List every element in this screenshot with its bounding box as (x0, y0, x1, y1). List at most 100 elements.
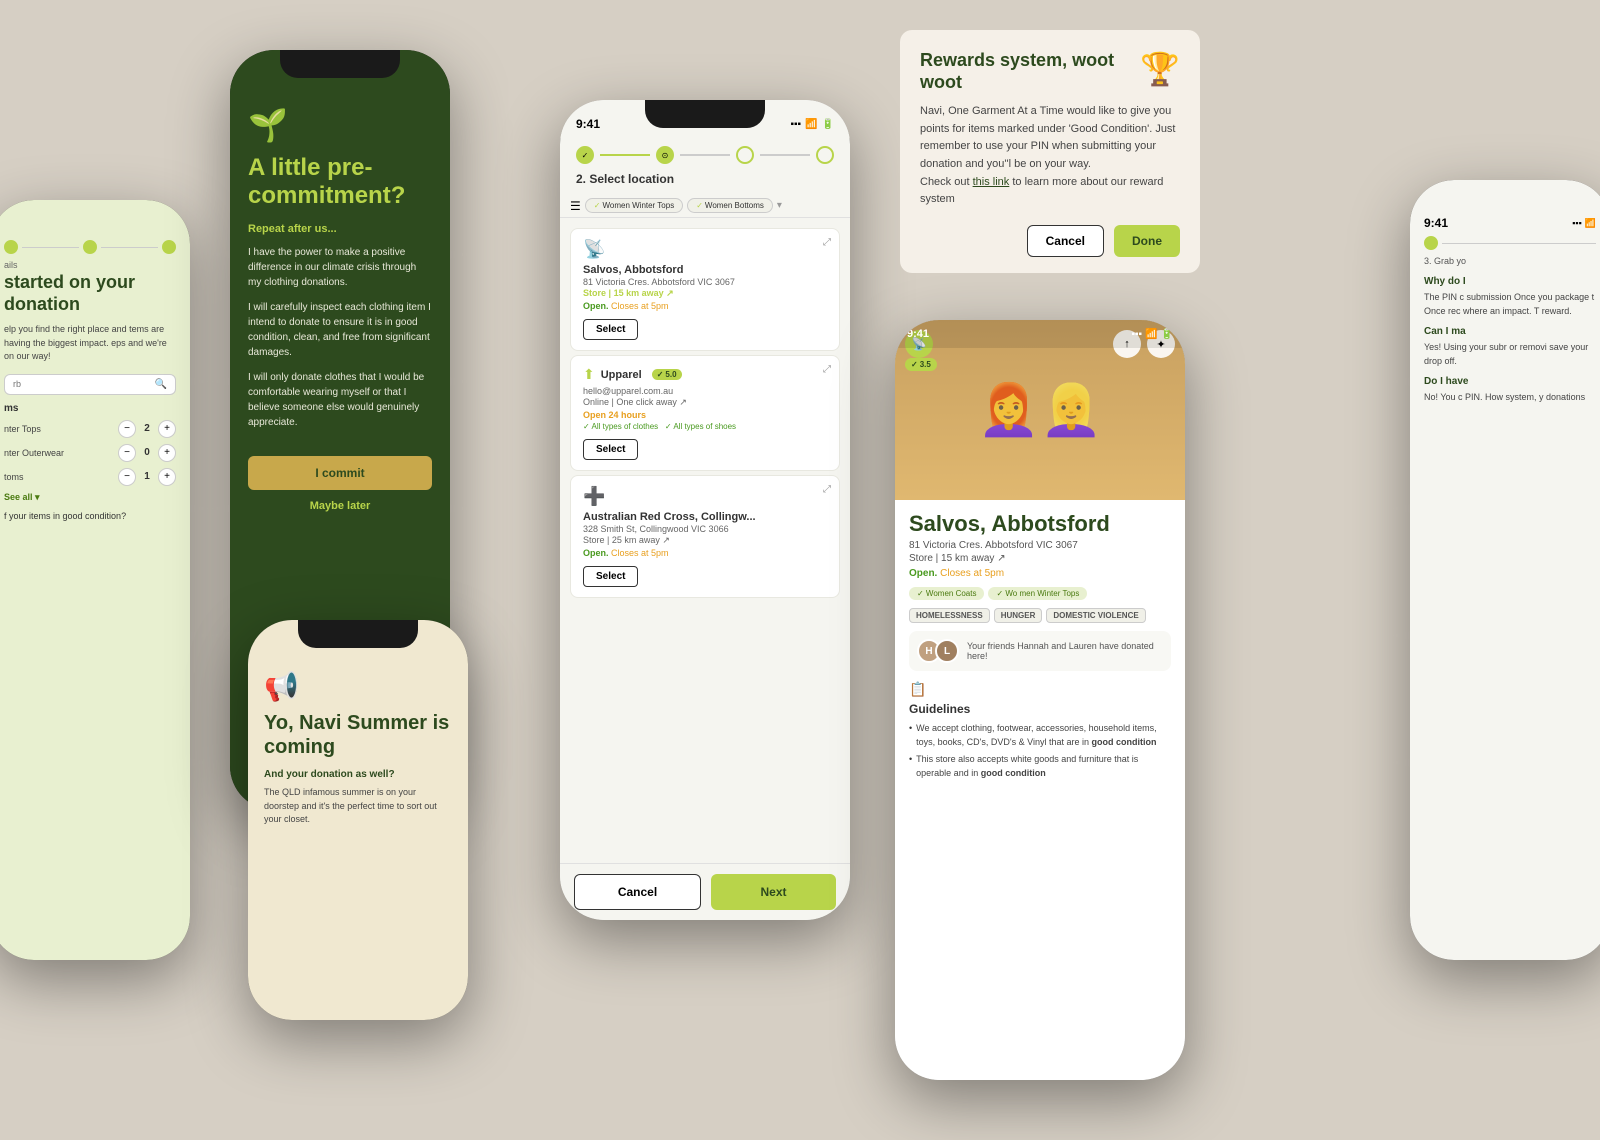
qty-plus-btn[interactable]: + (158, 444, 176, 462)
open-label: Open. (909, 568, 937, 579)
step-dot-2 (83, 240, 97, 254)
filter-label: Women Bottoms (705, 201, 764, 210)
guidelines-icon: 📋 (909, 681, 1171, 698)
store-hero-image: 👩‍🦰👱‍♀️ 📡 ↑ ✦ ✓ 3.5 9:41 ▪▪▪ 📶 (895, 320, 1185, 500)
filter-chip-2[interactable]: ✓ Women Bottoms (687, 198, 773, 213)
phone1-subtitle: Repeat after us... (248, 223, 432, 235)
status-bar: 9:41 ▪▪▪ 📶 🔋 (895, 320, 1185, 348)
close-time: Closes at 5pm (940, 568, 1004, 579)
filter-chevron: ▾ (777, 200, 782, 211)
maybe-later-link[interactable]: Maybe later (248, 500, 432, 512)
qty-minus-btn[interactable]: − (118, 420, 136, 438)
list-item: toms − 1 + (4, 468, 176, 486)
location-name: Salvos, Abbotsford (583, 264, 827, 276)
location-distance: Online | One click away ↗ (583, 397, 827, 408)
progress-row (4, 240, 176, 254)
action-buttons: Cancel Next (560, 863, 850, 920)
trophy-icon: 🏆 (1140, 50, 1180, 88)
location-address: 81 Victoria Cres. Abbotsford VIC 3067 (583, 277, 827, 287)
status-icons: ▪▪▪ 📶 🔋 (1131, 329, 1173, 340)
have-question: Do I have (1424, 376, 1596, 387)
rewards-link[interactable]: this link (973, 176, 1010, 188)
phone1-title: A little pre-commitment? (248, 154, 432, 209)
expand-icon[interactable]: ⤢ (823, 364, 831, 375)
rating-area: ✓ 3.5 (905, 358, 937, 371)
select-button[interactable]: Select (583, 566, 638, 587)
select-button[interactable]: Select (583, 319, 638, 340)
battery-icon: 🔋 (822, 119, 834, 130)
step-line (22, 247, 79, 248)
store-content: Salvos, Abbotsford 81 Victoria Cres. Abb… (895, 500, 1185, 1080)
open-label: Open 24 hours (583, 410, 646, 420)
qty-plus-btn[interactable]: + (158, 420, 176, 438)
location-email: hello@upparel.com.au (583, 386, 827, 396)
store-name: Salvos, Abbotsford (909, 512, 1171, 536)
location-address: 328 Smith St, Collingwood VIC 3066 (583, 524, 827, 534)
item-name: toms (4, 472, 24, 482)
people-illustration: 👩‍🦰👱‍♀️ (978, 381, 1103, 440)
rewards-panel: Rewards system, woot woot 🏆 Navi, One Ga… (900, 30, 1200, 273)
store-status: Open. Closes at 5pm (909, 568, 1171, 579)
time-label: 9:41 (1424, 216, 1448, 230)
close-time: Closes at 5pm (611, 301, 669, 311)
step-dot (1424, 236, 1438, 250)
can-answer: Yes! Using your subr or removi save your… (1424, 341, 1596, 368)
grab-label: 3. Grab yo (1424, 256, 1596, 266)
select-button[interactable]: Select (583, 439, 638, 460)
see-all-link[interactable]: See all ▾ (4, 492, 176, 503)
rewards-actions: Cancel Done (920, 225, 1180, 257)
qty-minus-btn[interactable]: − (118, 468, 136, 486)
location-distance: Store | 15 km away ↗ (583, 288, 827, 299)
wifi-icon: 📶 (1585, 218, 1596, 229)
location-card-salvos: ⤢ 📡 Salvos, Abbotsford 81 Victoria Cres.… (570, 228, 840, 351)
store-distance: Store | 15 km away ↗ (909, 553, 1171, 564)
phone-select-location: 9:41 ▪▪▪ 📶 🔋 ✓ ⊙ 2. Select location ☰ ✓ … (560, 100, 850, 920)
phone-notch (645, 100, 765, 128)
list-item: nter Outerwear − 0 + (4, 444, 176, 462)
status-time: 9:41 (576, 117, 600, 131)
location-list: ⤢ 📡 Salvos, Abbotsford 81 Victoria Cres.… (560, 218, 850, 863)
rewards-header: Rewards system, woot woot 🏆 (920, 50, 1180, 93)
commit-button[interactable]: I commit (248, 456, 432, 490)
search-input[interactable] (13, 379, 155, 389)
rewards-done-button[interactable]: Done (1114, 225, 1180, 257)
condition-question: f your items in good condition? (4, 511, 176, 521)
rewards-cancel-button[interactable]: Cancel (1027, 225, 1104, 257)
filter-label: Women Winter Tops (602, 201, 674, 210)
item-name: nter Tops (4, 424, 41, 434)
progress-row (1424, 236, 1596, 250)
phone-left: ails started on your donation elp you fi… (0, 200, 190, 960)
item-controls: − 0 + (118, 444, 176, 462)
rewards-title: Rewards system, woot woot (920, 50, 1140, 93)
status-icons: ▪▪▪ 📶 🔋 (790, 119, 834, 130)
step-3-dot (736, 146, 754, 164)
expand-icon[interactable]: ⤢ (823, 484, 831, 495)
salvos-logo: 📡 (583, 239, 827, 260)
filter-chip-1[interactable]: ✓ Women Winter Tops (585, 198, 683, 213)
body-text: elp you find the right place and tems ar… (4, 323, 176, 364)
cancel-button[interactable]: Cancel (574, 874, 701, 910)
list-item: nter Tops − 2 + (4, 420, 176, 438)
expand-icon[interactable]: ⤢ (823, 237, 831, 248)
cause-tag: HOMELESSNESS (909, 608, 990, 623)
qty-plus-btn[interactable]: + (158, 468, 176, 486)
location-name: Upparel (601, 369, 642, 381)
qty-minus-btn[interactable]: − (118, 444, 136, 462)
step-line-3 (760, 154, 810, 156)
can-question: Can I ma (1424, 326, 1596, 337)
section-label: ails (4, 260, 176, 270)
location-distance: Store | 25 km away ↗ (583, 535, 827, 546)
signal-icon: ▪▪▪ (790, 119, 801, 130)
close-time: Closes at 5pm (611, 548, 669, 558)
guideline-item-2: This store also accepts white goods and … (909, 753, 1171, 780)
plant-icon: 🌱 (248, 106, 432, 144)
next-button[interactable]: Next (711, 874, 836, 910)
phone-summer: 📢 Yo, Navi Summer is coming And your don… (248, 620, 468, 1020)
category-tags: ✓ Women Coats ✓ Wo men Winter Tops (909, 587, 1171, 600)
guideline-item-1: We accept clothing, footwear, accessorie… (909, 722, 1171, 749)
open-label: Open. (583, 301, 609, 311)
step-line-2 (101, 247, 158, 248)
step-1-dot: ✓ (576, 146, 594, 164)
cause-tag: HUNGER (994, 608, 1043, 623)
qty-value: 2 (140, 423, 154, 434)
